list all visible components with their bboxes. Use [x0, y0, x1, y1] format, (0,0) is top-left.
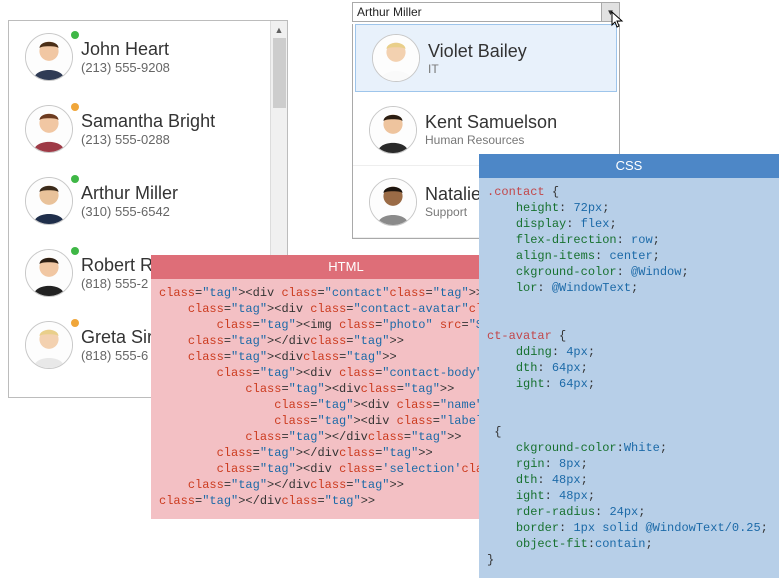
- avatar: [25, 321, 73, 369]
- contact-body: Samantha Bright (213) 555-0288: [81, 111, 215, 147]
- css-panel-title: CSS: [479, 154, 779, 178]
- combobox-input[interactable]: [353, 3, 601, 21]
- contact-phone: (818) 555-6: [81, 348, 153, 363]
- contact-name: Arthur Miller: [81, 183, 178, 204]
- css-code-panel: CSS .contact { height: 72px; display: fl…: [479, 154, 779, 578]
- avatar: [369, 178, 417, 226]
- scroll-thumb[interactable]: [273, 38, 286, 108]
- dropdown-item-name: Violet Bailey: [428, 41, 527, 62]
- list-item[interactable]: John Heart (213) 555-9208: [9, 21, 270, 93]
- contact-phone: (818) 555-2: [81, 276, 153, 291]
- list-item[interactable]: Arthur Miller (310) 555-6542: [9, 165, 270, 237]
- contact-body: Arthur Miller (310) 555-6542: [81, 183, 178, 219]
- contact-phone: (213) 555-9208: [81, 60, 170, 75]
- avatar: [25, 33, 73, 81]
- contact-name: John Heart: [81, 39, 170, 60]
- css-code-body: .contact { height: 72px; display: flex; …: [479, 178, 779, 578]
- status-dot: [71, 247, 79, 255]
- dropdown-item[interactable]: Violet Bailey IT: [355, 24, 617, 92]
- dropdown-item-dept: Support: [425, 205, 481, 219]
- dropdown-item-body: Natalie Support: [425, 184, 481, 219]
- contact-phone: (310) 555-6542: [81, 204, 178, 219]
- dropdown-item-dept: Human Resources: [425, 133, 557, 147]
- combobox-dropdown-button[interactable]: ▼: [601, 3, 619, 21]
- dropdown-item-dept: IT: [428, 62, 527, 76]
- dropdown-item-body: Kent Samuelson Human Resources: [425, 112, 557, 147]
- contact-body: Robert R (818) 555-2: [81, 255, 153, 291]
- contact-name: Samantha Bright: [81, 111, 215, 132]
- contact-body: Greta Sir (818) 555-6: [81, 327, 153, 363]
- avatar: [25, 177, 73, 225]
- status-dot: [71, 103, 79, 111]
- scroll-up-button[interactable]: ▲: [271, 21, 287, 38]
- avatar: [25, 105, 73, 153]
- status-dot: [71, 175, 79, 183]
- avatar: [25, 249, 73, 297]
- status-dot: [71, 31, 79, 39]
- status-dot: [71, 319, 79, 327]
- list-item[interactable]: Samantha Bright (213) 555-0288: [9, 93, 270, 165]
- dropdown-item-name: Natalie: [425, 184, 481, 205]
- avatar: [369, 106, 417, 154]
- contact-name: Greta Sir: [81, 327, 153, 348]
- contact-name: Robert R: [81, 255, 153, 276]
- avatar: [372, 34, 420, 82]
- contact-body: John Heart (213) 555-9208: [81, 39, 170, 75]
- dropdown-item-body: Violet Bailey IT: [428, 41, 527, 76]
- combobox-input-row: ▼: [352, 2, 620, 22]
- contact-phone: (213) 555-0288: [81, 132, 215, 147]
- dropdown-item-name: Kent Samuelson: [425, 112, 557, 133]
